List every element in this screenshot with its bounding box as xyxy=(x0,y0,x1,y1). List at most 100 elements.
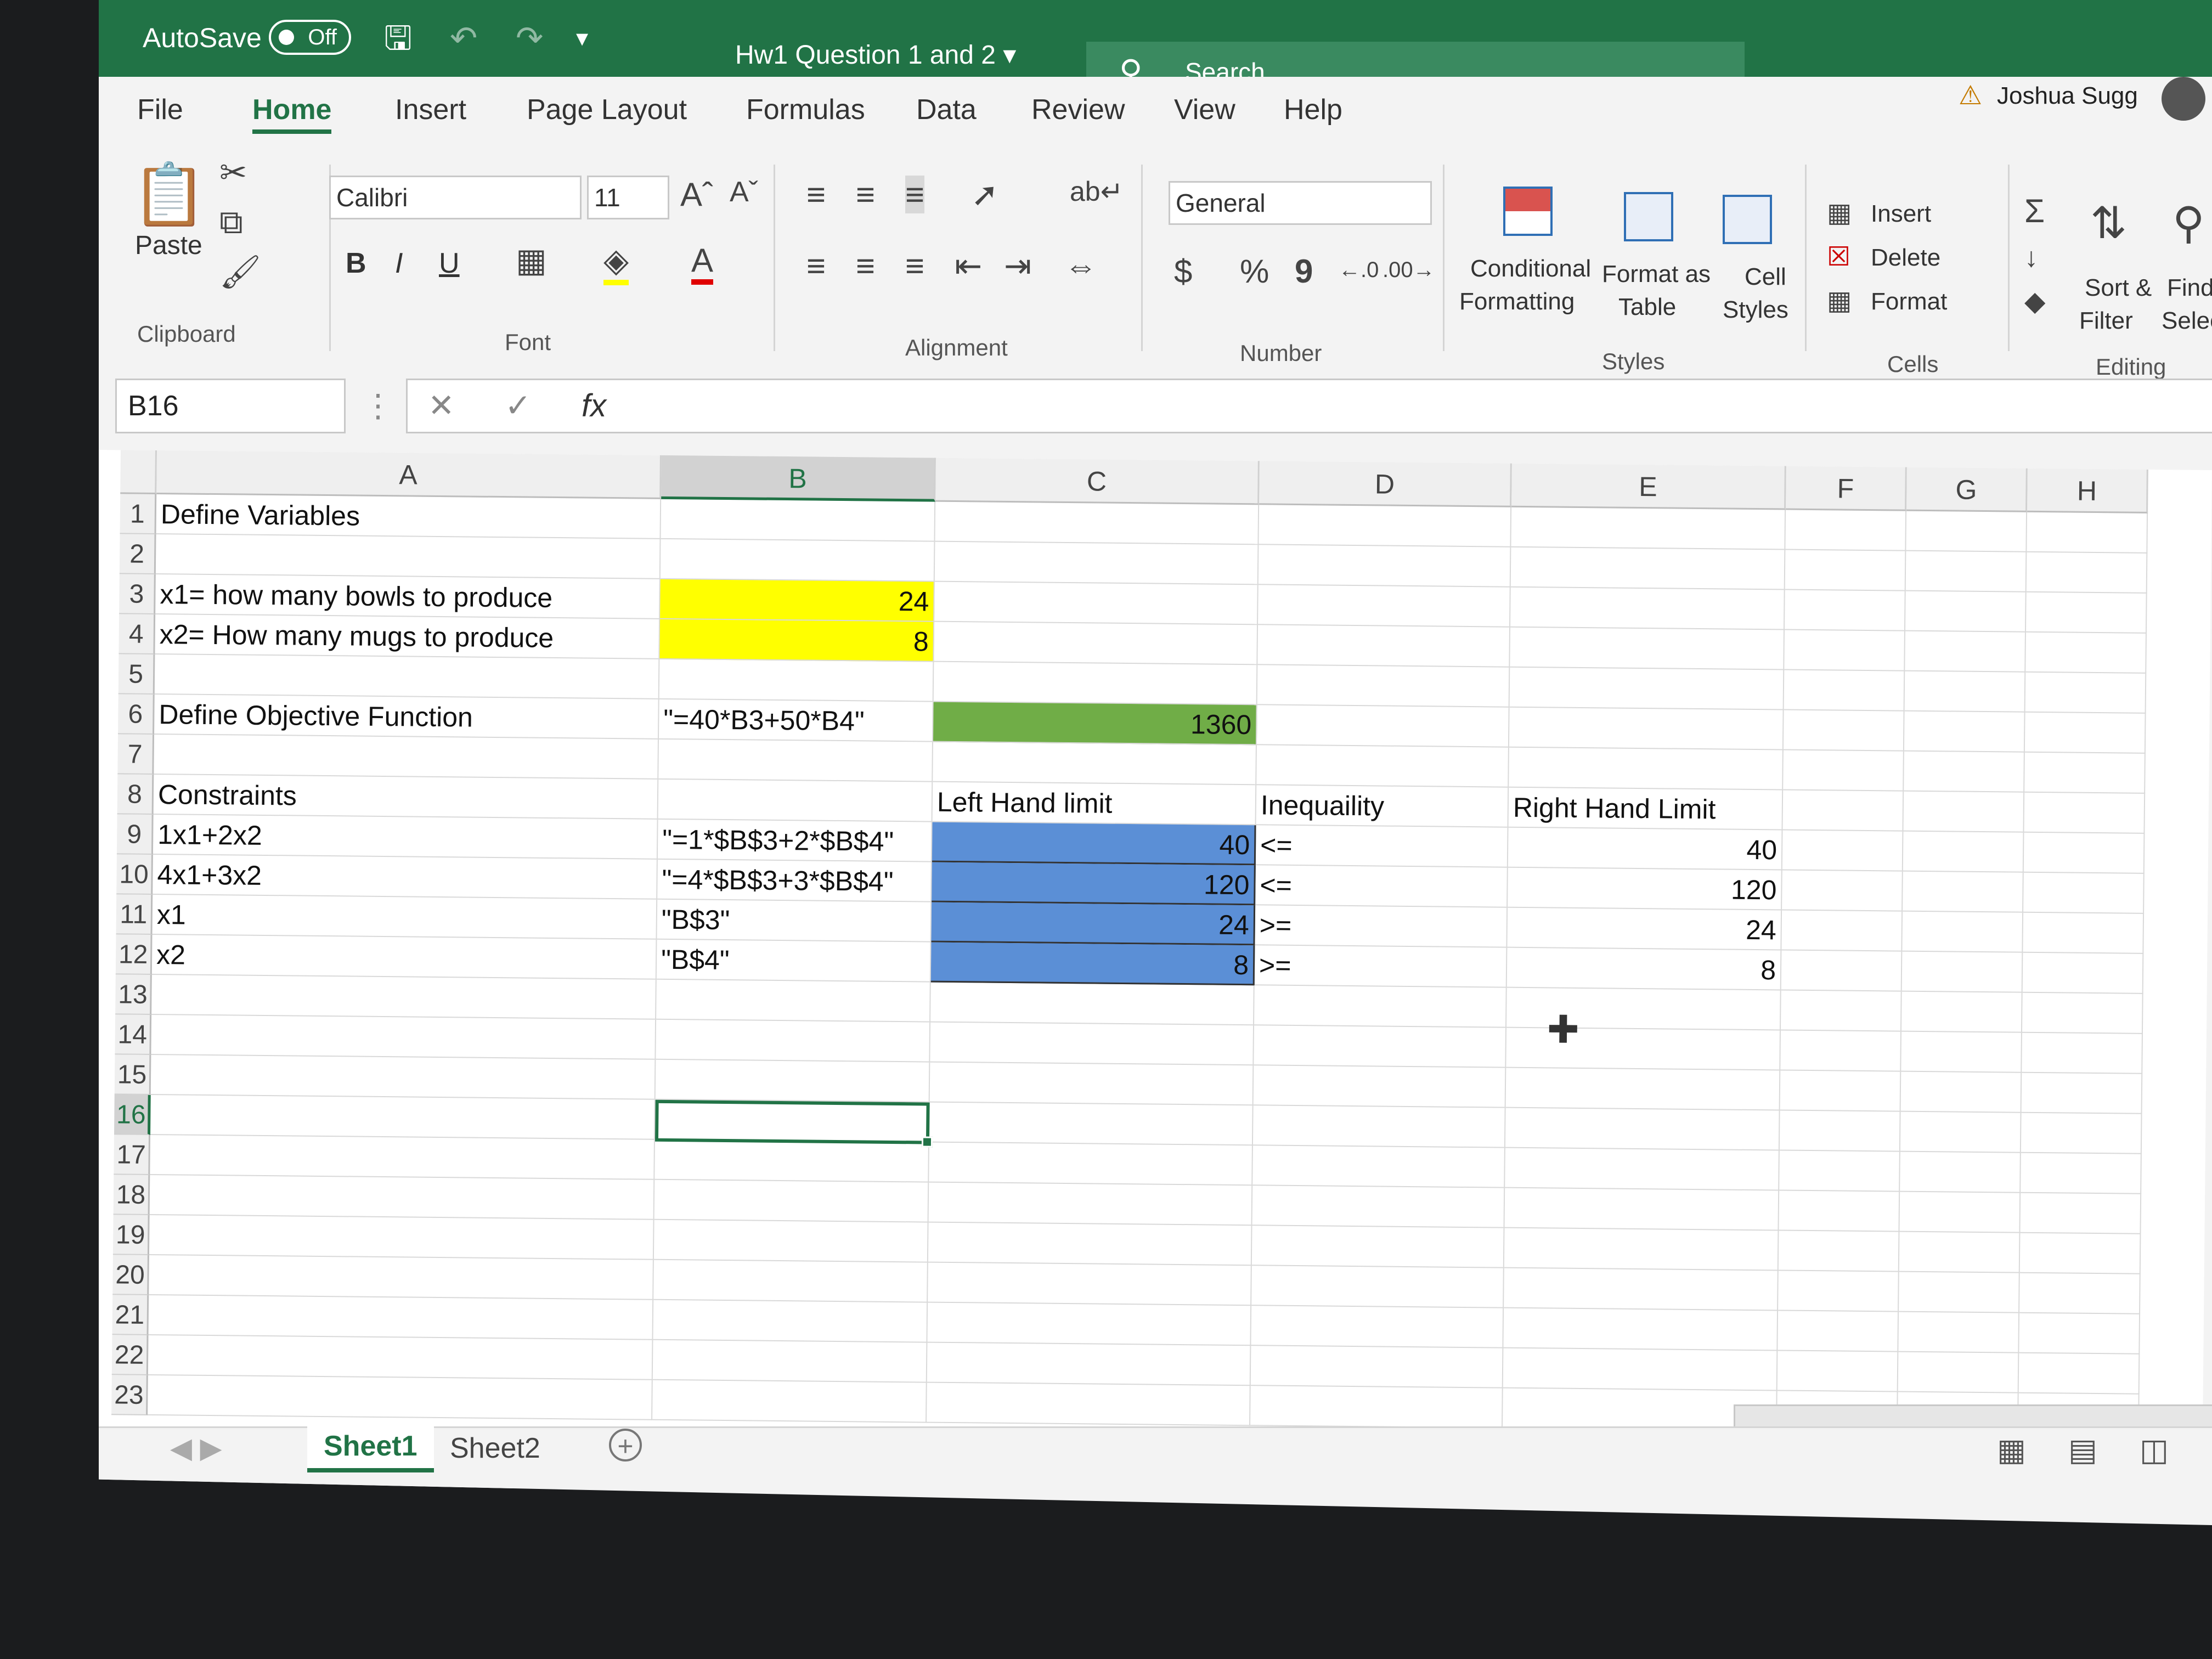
cell-f11[interactable] xyxy=(1781,910,1903,952)
cell-b21[interactable] xyxy=(653,1300,928,1343)
comma-button[interactable]: 9 xyxy=(1295,252,1313,290)
decrease-indent-icon[interactable]: ⇤ xyxy=(955,247,982,285)
row-header-16[interactable]: 16 xyxy=(114,1094,151,1135)
cell-g13[interactable] xyxy=(1901,991,2023,1033)
column-header-e[interactable]: E xyxy=(1511,463,1786,510)
cell-f9[interactable] xyxy=(1782,830,1904,872)
cell-g8[interactable] xyxy=(1903,791,2025,833)
format-cells-button[interactable]: Format xyxy=(1871,288,1947,315)
cell-c9[interactable]: 40 xyxy=(932,822,1256,866)
format-cells-icon[interactable]: ▦ xyxy=(1827,285,1852,316)
row-header-2[interactable]: 2 xyxy=(119,534,156,575)
cell-c10[interactable]: 120 xyxy=(932,862,1256,906)
cell-f21[interactable] xyxy=(1778,1311,1899,1352)
row-header-17[interactable]: 17 xyxy=(114,1135,151,1175)
cell-g5[interactable] xyxy=(1904,671,2026,713)
cell-f5[interactable] xyxy=(1784,670,1905,712)
cell-a11[interactable]: x1 xyxy=(152,894,658,940)
cell-d23[interactable] xyxy=(1250,1386,1503,1429)
tab-home[interactable]: Home xyxy=(252,93,332,134)
italic-button[interactable]: I xyxy=(395,247,403,280)
sort-filter-icon[interactable]: ⇅ xyxy=(2090,198,2127,249)
cell-a13[interactable] xyxy=(151,974,657,1020)
page-break-view-icon[interactable]: ◫ xyxy=(2140,1432,2169,1468)
conditional-formatting-label-1[interactable]: Conditional xyxy=(1470,255,1591,283)
cell-b8[interactable] xyxy=(658,779,933,822)
clear-icon[interactable]: ◆ xyxy=(2024,285,2045,317)
cell-g19[interactable] xyxy=(1899,1232,2021,1273)
cell-a23[interactable] xyxy=(148,1375,653,1420)
cell-d3[interactable] xyxy=(1258,585,1511,628)
cell-d7[interactable] xyxy=(1256,745,1509,788)
cell-d5[interactable] xyxy=(1257,665,1510,708)
column-header-f[interactable]: F xyxy=(1786,466,1907,511)
tab-file[interactable]: File xyxy=(137,93,183,126)
tab-page-layout[interactable]: Page Layout xyxy=(527,93,687,126)
row-header-23[interactable]: 23 xyxy=(111,1375,148,1415)
row-header-22[interactable]: 22 xyxy=(111,1335,149,1375)
cell-e20[interactable] xyxy=(1504,1268,1779,1311)
redo-icon[interactable]: ↷ xyxy=(516,21,543,56)
tab-view[interactable]: View xyxy=(1174,93,1235,126)
cell-a10[interactable]: 4x1+3x2 xyxy=(153,854,658,900)
cell-h14[interactable] xyxy=(2022,1032,2143,1074)
document-title[interactable]: Hw1 Question 1 and 2 ▾ xyxy=(735,40,1016,70)
cell-f2[interactable] xyxy=(1785,550,1906,591)
align-bottom-icon[interactable]: ≡ xyxy=(905,176,925,213)
cell-d22[interactable] xyxy=(1250,1346,1504,1389)
cell-g22[interactable] xyxy=(1898,1352,2019,1393)
column-header-g[interactable]: G xyxy=(1906,467,2028,512)
cell-styles-label-2[interactable]: Styles xyxy=(1723,296,1788,324)
cell-e21[interactable] xyxy=(1503,1308,1779,1351)
cell-c5[interactable] xyxy=(933,662,1258,706)
row-header-12[interactable]: 12 xyxy=(115,934,153,975)
cell-f12[interactable] xyxy=(1781,950,1903,992)
row-header-1[interactable]: 1 xyxy=(120,494,157,535)
cell-h10[interactable] xyxy=(2023,872,2145,914)
cell-e1[interactable] xyxy=(1511,507,1786,550)
cell-a14[interactable] xyxy=(151,1014,657,1060)
cell-g6[interactable] xyxy=(1904,711,2025,753)
cell-b14[interactable] xyxy=(656,1019,931,1063)
cell-h21[interactable] xyxy=(2019,1313,2141,1355)
cell-styles-label-1[interactable]: Cell xyxy=(1745,263,1786,291)
cell-a22[interactable] xyxy=(148,1335,653,1380)
cell-f15[interactable] xyxy=(1780,1070,1901,1112)
cell-a7[interactable] xyxy=(154,734,659,780)
cell-c1[interactable] xyxy=(935,501,1260,545)
cell-d2[interactable] xyxy=(1258,545,1511,588)
cell-e19[interactable] xyxy=(1504,1228,1779,1271)
cell-a12[interactable]: x2 xyxy=(151,934,657,980)
cell-h9[interactable] xyxy=(2023,832,2145,874)
cell-g15[interactable] xyxy=(1900,1071,2022,1113)
cell-a1[interactable]: Define Variables xyxy=(156,494,662,539)
align-middle-icon[interactable]: ≡ xyxy=(856,176,875,213)
cell-b19[interactable] xyxy=(653,1220,929,1263)
find-select-icon[interactable]: ⚲ xyxy=(2172,198,2205,249)
cell-f19[interactable] xyxy=(1778,1231,1900,1272)
cell-c15[interactable] xyxy=(929,1062,1254,1106)
cell-h22[interactable] xyxy=(2018,1353,2140,1395)
cell-a8[interactable]: Constraints xyxy=(153,774,659,820)
cell-a17[interactable] xyxy=(150,1135,655,1180)
cell-e7[interactable] xyxy=(1509,747,1784,791)
format-as-table-icon[interactable] xyxy=(1624,192,1673,241)
page-layout-view-icon[interactable]: ▤ xyxy=(2068,1432,2097,1468)
cell-c22[interactable] xyxy=(927,1342,1251,1386)
cell-g9[interactable] xyxy=(1903,831,2024,873)
align-right-icon[interactable]: ≡ xyxy=(905,247,924,285)
cell-h11[interactable] xyxy=(2023,912,2145,954)
cell-a19[interactable] xyxy=(149,1215,654,1260)
cell-f4[interactable] xyxy=(1784,630,1905,672)
merge-center-icon[interactable]: ⇔ xyxy=(1064,247,1097,285)
cell-e3[interactable] xyxy=(1510,587,1785,630)
cell-e4[interactable] xyxy=(1510,627,1785,670)
column-header-c[interactable]: C xyxy=(935,458,1260,505)
normal-view-icon[interactable]: ▦ xyxy=(1997,1432,2026,1468)
cell-e9[interactable]: 40 xyxy=(1508,827,1783,871)
cell-c16[interactable] xyxy=(929,1102,1254,1146)
cell-a9[interactable]: 1x1+2x2 xyxy=(153,814,658,860)
cell-f13[interactable] xyxy=(1780,990,1902,1032)
cut-icon[interactable]: ✂ xyxy=(219,154,247,192)
cell-f7[interactable] xyxy=(1783,750,1904,792)
